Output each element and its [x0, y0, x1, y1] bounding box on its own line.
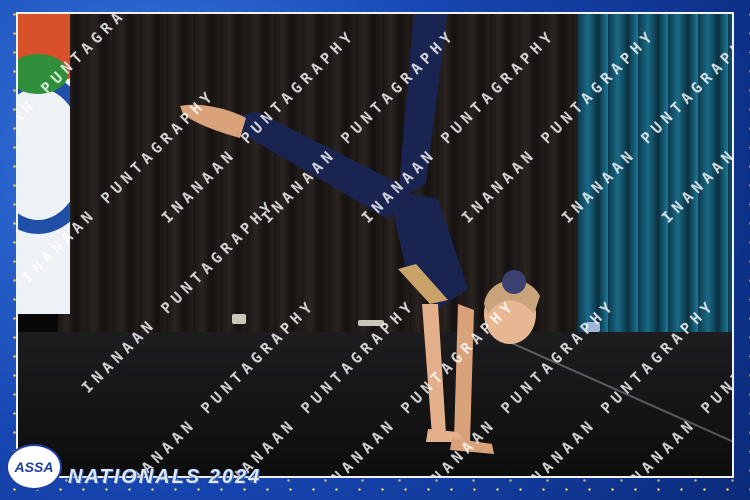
assa-logo: ASSA [6, 444, 62, 490]
logo-text: ASSA [14, 459, 54, 475]
dancer-figure [180, 14, 540, 454]
stage-photo: INANAAN PUNTAGRAPHY INANAAN PUNTAGRAPHY … [16, 12, 734, 478]
photo-frame: INANAAN PUNTAGRAPHY INANAAN PUNTAGRAPHY … [0, 0, 750, 500]
event-caption: NATIONALS 2024 [68, 466, 262, 488]
